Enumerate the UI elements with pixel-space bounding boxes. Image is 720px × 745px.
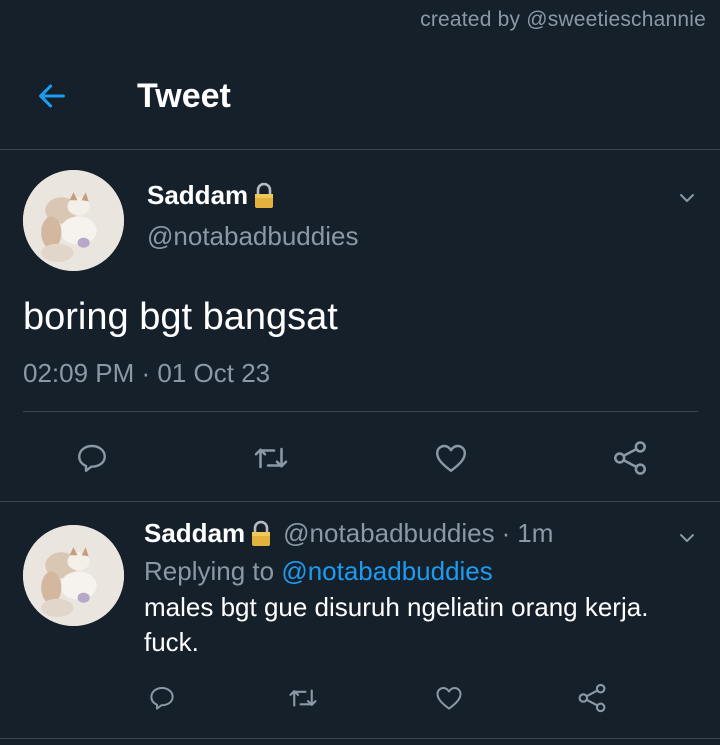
retweet-icon: [254, 447, 288, 469]
page-title: Tweet: [137, 77, 231, 115]
divider: [0, 738, 720, 739]
retweet-button[interactable]: [283, 678, 323, 718]
reply-text: males bgt gue disuruh ngeliatin orang ke…: [144, 592, 649, 657]
avatar-image: [23, 170, 124, 271]
like-button[interactable]: [429, 678, 469, 718]
tweet-text: boring bgt bangsat: [23, 296, 338, 338]
share-button[interactable]: [572, 678, 612, 718]
arrow-left-icon: [39, 84, 65, 108]
share-icon: [614, 441, 646, 475]
reply-author[interactable]: Saddam @notabadbuddies · 1m: [144, 518, 553, 549]
like-button[interactable]: [429, 436, 473, 480]
replying-prefix: Replying to: [144, 556, 275, 586]
top-bar: Tweet: [0, 0, 720, 150]
tweet-menu-button[interactable]: [677, 528, 697, 553]
chevron-down-icon: [680, 194, 694, 202]
tweet-author[interactable]: Saddam: [147, 180, 276, 211]
divider: [0, 501, 720, 502]
author-handle: @notabadbuddies: [283, 518, 495, 548]
avatar[interactable]: [23, 170, 124, 271]
reply-time: 1m: [517, 518, 554, 548]
mention-link[interactable]: @notabadbuddies: [281, 556, 492, 586]
retweet-button[interactable]: [249, 436, 293, 480]
tweet-timestamp[interactable]: 02:09 PM · 01 Oct 23: [23, 358, 270, 389]
display-name: Saddam: [144, 518, 246, 548]
avatar-image: [23, 525, 124, 626]
back-button[interactable]: [32, 76, 72, 116]
share-icon: [578, 683, 606, 713]
replying-to: Replying to @notabadbuddies: [144, 556, 493, 587]
share-button[interactable]: [608, 436, 652, 480]
reply-button[interactable]: [70, 436, 114, 480]
divider: [23, 411, 698, 412]
like-icon: [436, 444, 466, 472]
reply-icon: [78, 444, 106, 472]
like-icon: [436, 687, 462, 710]
tweet-menu-button[interactable]: [677, 188, 697, 213]
avatar[interactable]: [23, 525, 124, 626]
retweet-icon: [289, 689, 317, 707]
display-name: Saddam: [147, 180, 249, 210]
chevron-down-icon: [680, 534, 694, 542]
author-handle[interactable]: @notabadbuddies: [147, 221, 358, 252]
lock-icon: [252, 520, 271, 546]
reply-icon: [150, 687, 174, 710]
reply-button[interactable]: [142, 678, 182, 718]
lock-icon: [255, 182, 274, 208]
meta-separator: ·: [501, 518, 511, 548]
